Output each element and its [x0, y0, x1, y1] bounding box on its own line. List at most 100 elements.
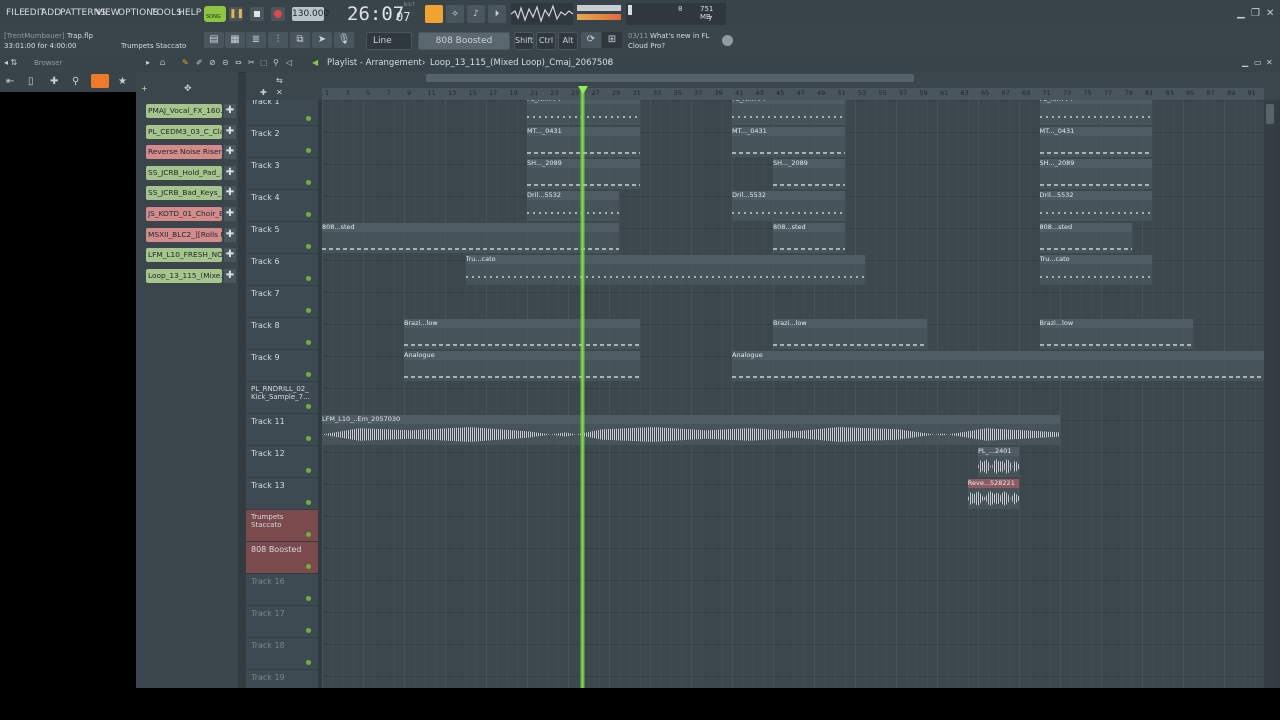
track-header[interactable]: Track 12: [246, 446, 318, 478]
pattern-add-icon[interactable]: ✚: [224, 165, 236, 180]
channel-rack-button[interactable]: ≣: [246, 32, 266, 48]
slip-tool-icon[interactable]: ⇔: [235, 58, 242, 68]
track-mute-led[interactable]: [306, 468, 311, 473]
song-mode-toggle[interactable]: SONG: [204, 6, 226, 22]
news-subtitle[interactable]: Cloud Pro?: [628, 42, 665, 50]
playlist-clip[interactable]: PL_R...774: [732, 100, 845, 125]
playlist-clip[interactable]: LFM_L10_..Em_2057030: [322, 415, 1060, 445]
draw-tool-icon[interactable]: ✎: [182, 58, 189, 68]
track-header[interactable]: Track 18: [246, 638, 318, 670]
bar-ruler[interactable]: 1 3 5 7 9 11 13 15 17 19 21 23 25 27 29 31 33 35 37 39 41 43 4…: [322, 88, 1264, 100]
track-header[interactable]: Track 3: [246, 158, 318, 190]
picker-add-icon[interactable]: +: [141, 84, 148, 94]
track-header[interactable]: Track 8: [246, 318, 318, 350]
playlist-window-button[interactable]: ▤: [204, 32, 224, 48]
close-button[interactable]: ✕: [1266, 9, 1274, 19]
shop-icon[interactable]: ⊞: [602, 32, 622, 48]
playlist-clip[interactable]: SH..._2089: [773, 159, 845, 189]
menu-add[interactable]: ADD: [41, 8, 61, 18]
track-header[interactable]: PL_RNDRILL_02_ Kick_Sample_7...: [246, 382, 318, 414]
pattern-add-icon[interactable]: ✚: [224, 145, 236, 160]
playhead[interactable]: [580, 90, 585, 688]
pattern-item[interactable]: MSXII_BLC2_][Rolls R...: [146, 227, 222, 242]
playlist-menu-icon[interactable]: ▸: [146, 58, 150, 68]
track-mute-led[interactable]: [306, 276, 311, 281]
track-header[interactable]: Track 17: [246, 606, 318, 638]
track-header[interactable]: 808 Boosted: [246, 542, 318, 574]
paint-tool-icon[interactable]: ✐: [196, 58, 203, 68]
timeline-move-icon[interactable]: ⇆: [276, 76, 283, 86]
step-edit-toggle[interactable]: ⟡: [446, 5, 464, 23]
playlist-clip[interactable]: Analogue: [732, 351, 1264, 381]
ruler-tool-icon[interactable]: ✚: [260, 88, 267, 98]
news-title[interactable]: What's new in FL: [650, 32, 709, 40]
playlist-min-icon[interactable]: ▁: [1242, 58, 1248, 68]
pattern-add-icon[interactable]: ✚: [224, 104, 236, 118]
alt-key[interactable]: Alt: [558, 32, 578, 50]
track-mute-led[interactable]: [306, 340, 311, 345]
playlist-clip[interactable]: Dril...5532: [1039, 191, 1153, 221]
track-header[interactable]: Track 19: [246, 670, 318, 688]
track-mute-led[interactable]: [306, 436, 311, 441]
track-header[interactable]: Track 4: [246, 190, 318, 222]
playlist-clip[interactable]: 808...sted: [773, 223, 845, 253]
track-header[interactable]: Track 7: [246, 286, 318, 318]
track-mute-led[interactable]: [306, 628, 311, 633]
track-mute-led[interactable]: [306, 244, 311, 249]
file-icon[interactable]: ▯: [28, 77, 34, 87]
search-icon[interactable]: ⚲: [72, 77, 79, 87]
track-header[interactable]: Track 9: [246, 350, 318, 382]
pattern-add-icon[interactable]: ✚: [224, 207, 236, 221]
menu-file[interactable]: FILE: [6, 8, 25, 18]
pattern-item[interactable]: LFM_L10_FRESH_NO...: [146, 248, 222, 263]
playlist-clip[interactable]: 808...sted: [1039, 223, 1132, 253]
track-mute-led[interactable]: [306, 180, 311, 185]
playlist-max-icon[interactable]: ▭: [1254, 58, 1262, 68]
pattern-add-icon[interactable]: ✚: [224, 124, 236, 139]
playlist-play-icon[interactable]: ◀: [312, 58, 318, 68]
pattern-item[interactable]: SS_JCRB_Bad_Keys_...: [146, 186, 222, 201]
master-pitch-slider[interactable]: [577, 14, 621, 20]
plugin-icon[interactable]: ✚: [50, 77, 58, 87]
track-mute-led[interactable]: [306, 404, 311, 409]
ctrl-key[interactable]: Ctrl: [536, 32, 556, 50]
track-mute-led[interactable]: [306, 372, 311, 377]
track-header[interactable]: Track 13: [246, 478, 318, 510]
master-volume-slider[interactable]: [577, 5, 621, 11]
mixer-button[interactable]: ⫶: [268, 32, 288, 48]
mic-button[interactable]: 🎙: [334, 32, 354, 48]
playhead-marker-icon[interactable]: [578, 86, 588, 94]
playlist-clip[interactable]: SH..._2089: [1039, 159, 1153, 189]
track-mute-led[interactable]: [306, 148, 311, 153]
pattern-item[interactable]: PL_CEDM3_03_C_Cla...: [146, 124, 222, 139]
track-header[interactable]: Track 11: [246, 414, 318, 446]
track-mute-led[interactable]: [306, 596, 311, 601]
browser-arrow-icon[interactable]: ◂ ⇅: [4, 58, 17, 68]
track-header[interactable]: Track 6: [246, 254, 318, 286]
slice-tool-icon[interactable]: ✂: [248, 58, 255, 68]
stop-button[interactable]: [250, 7, 264, 21]
pattern-item[interactable]: Reverse Noise Riser_...: [146, 145, 222, 160]
wait-input-toggle[interactable]: ⏵: [488, 5, 506, 23]
playback-tool-icon[interactable]: ◁: [286, 58, 292, 68]
track-header[interactable]: Track 16: [246, 574, 318, 606]
playlist-clip[interactable]: PL_...2401: [978, 447, 1019, 477]
soundcloud-icon[interactable]: [91, 74, 109, 88]
vertical-scrollbar[interactable]: [1264, 100, 1276, 688]
mute-tool-icon[interactable]: ⊝: [222, 58, 229, 68]
delete-tool-icon[interactable]: ⊘: [209, 58, 216, 68]
playlist-clip[interactable]: Dril...5532: [732, 191, 845, 221]
pattern-add-icon[interactable]: ✚: [224, 268, 236, 283]
plugin-picker-button[interactable]: ➤: [312, 32, 332, 48]
star-icon[interactable]: ★: [118, 77, 127, 87]
news-refresh-icon[interactable]: [722, 35, 733, 46]
play-button[interactable]: ❚❚: [229, 7, 244, 21]
playlist-clip[interactable]: Brazi...low: [1039, 319, 1194, 349]
picker-move-icon[interactable]: ✥: [184, 84, 192, 94]
track-mute-led[interactable]: [306, 532, 311, 537]
playlist-clip[interactable]: MT..._0431: [732, 127, 845, 157]
pattern-item[interactable]: SS_JCRB_Hold_Pad_...: [146, 165, 222, 180]
metronome-toggle[interactable]: ♪: [467, 5, 485, 23]
track-header[interactable]: Track 2: [246, 126, 318, 158]
track-mute-led[interactable]: [306, 500, 311, 505]
